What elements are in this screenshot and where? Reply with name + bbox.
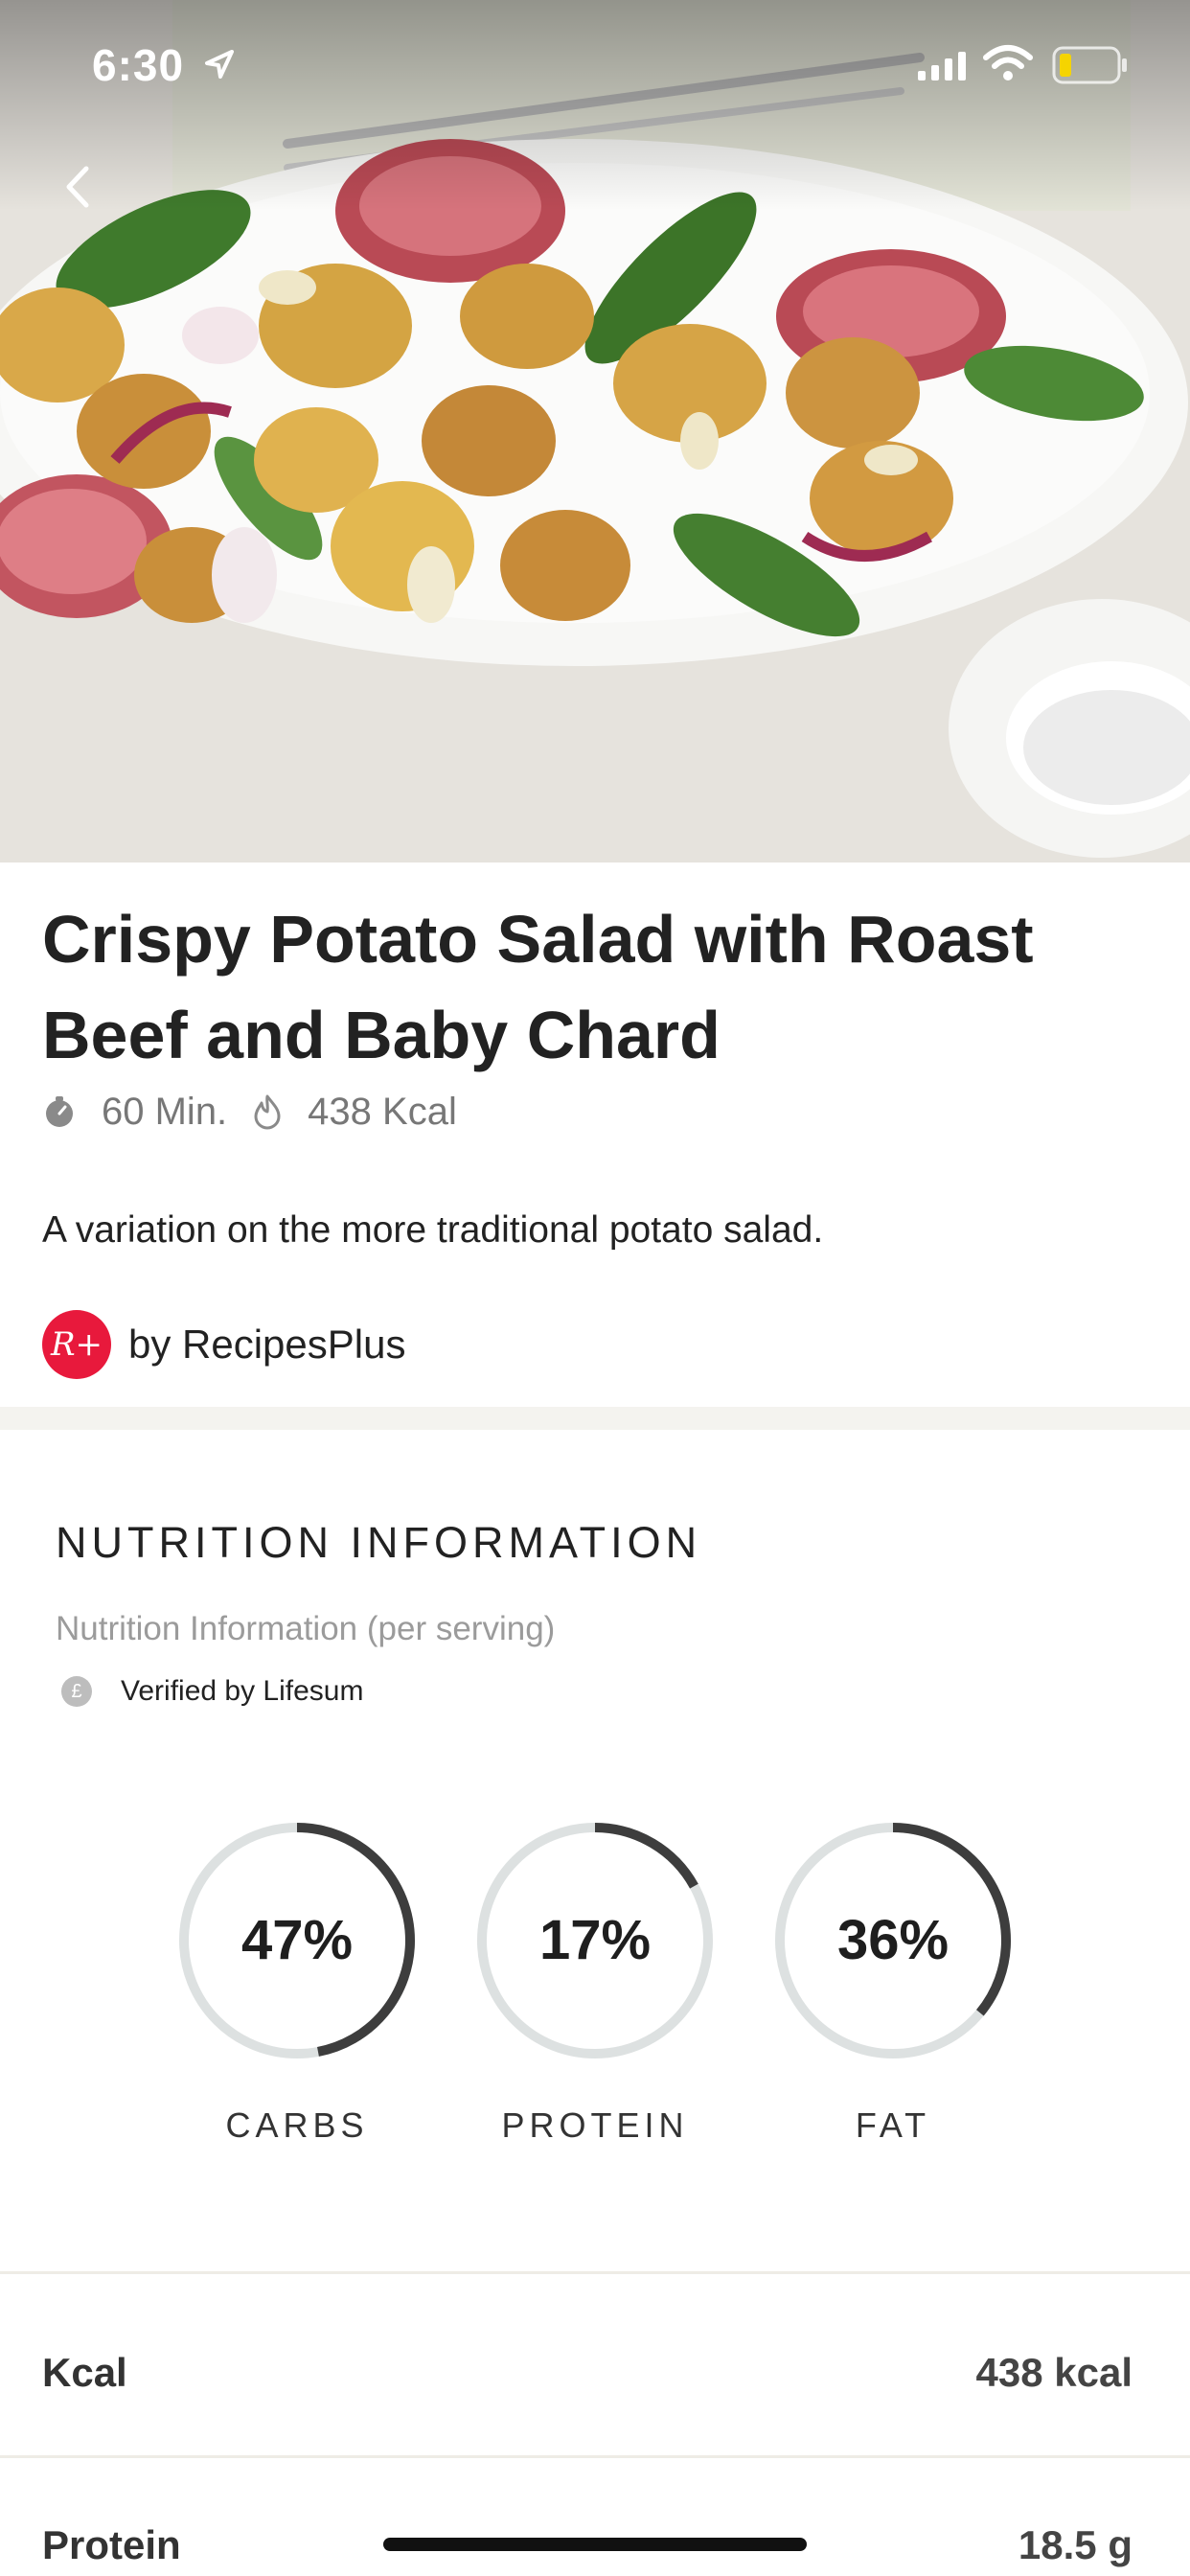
fat-label: FAT (855, 2105, 931, 2145)
battery-icon (1052, 46, 1127, 84)
lifesum-icon: £ (61, 1676, 92, 1707)
row-value: 18.5 g (1018, 2522, 1133, 2567)
flame-icon (252, 1093, 283, 1130)
location-arrow-icon (205, 50, 234, 79)
row-divider (0, 2455, 1190, 2458)
macro-ring-protein: 17% PROTEIN (470, 1816, 720, 2146)
recipesplus-logo: R+ (42, 1310, 111, 1379)
section-divider (0, 1407, 1190, 1430)
recipe-meta: 60 Min. 438 Kcal (42, 1083, 457, 1140)
row-label: Kcal (42, 2350, 127, 2395)
recipe-hero-image (0, 0, 1190, 862)
nutrition-subheading: Nutrition Information (per serving) (56, 1610, 556, 1647)
carbs-percent: 47% (240, 1909, 354, 1971)
macro-rings: 47% CARBS 17% PROTEIN 36% FAT (0, 1816, 1190, 2180)
timer-icon (42, 1094, 77, 1129)
back-button[interactable] (48, 153, 105, 220)
row-value: 438 kcal (975, 2350, 1133, 2395)
verified-text: Verified by Lifesum (121, 1675, 364, 1707)
protein-label: PROTEIN (501, 2105, 689, 2145)
verified-badge: £ Verified by Lifesum (61, 1675, 363, 1708)
recipe-kcal: 438 Kcal (308, 1090, 457, 1133)
carbs-label: CARBS (225, 2105, 369, 2145)
row-label: Protein (42, 2522, 181, 2567)
macro-ring-fat: 36% FAT (768, 1816, 1018, 2146)
nutrition-heading: NUTRITION INFORMATION (56, 1518, 702, 1567)
status-time: 6:30 (92, 40, 185, 90)
fat-percent: 36% (836, 1909, 950, 1971)
recipe-description: A variation on the more traditional pota… (42, 1209, 824, 1251)
nutrition-row-kcal: Kcal 438 kcal (42, 2344, 1133, 2402)
recipe-author[interactable]: R+ by RecipesPlus (42, 1309, 405, 1380)
wifi-icon (983, 45, 1033, 80)
row-divider (0, 2271, 1190, 2274)
recipe-title: Crispy Potato Salad with Roast Beef and … (42, 902, 1034, 1072)
macro-ring-carbs: 47% CARBS (172, 1816, 422, 2146)
chevron-left-icon (66, 166, 89, 208)
author-name: by RecipesPlus (128, 1322, 406, 1367)
home-indicator[interactable] (383, 2538, 807, 2551)
recipe-time: 60 Min. (102, 1090, 228, 1133)
protein-percent: 17% (538, 1909, 652, 1971)
cellular-signal-icon (918, 52, 966, 80)
